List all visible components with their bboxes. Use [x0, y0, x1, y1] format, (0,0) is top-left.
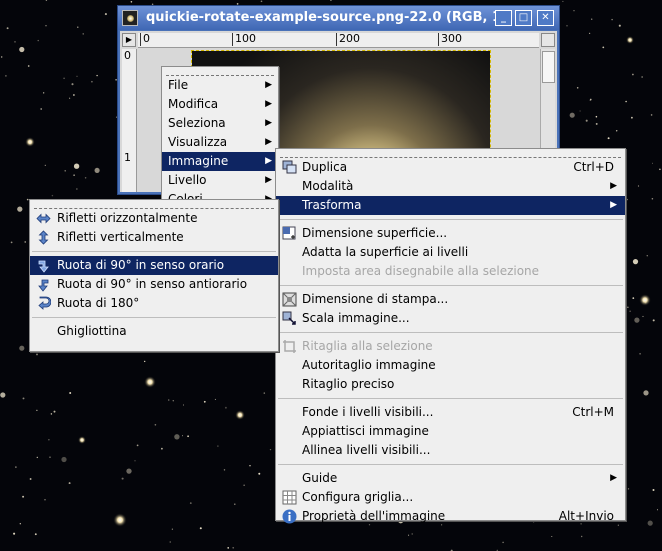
rotate-ccw-icon: [36, 277, 51, 292]
menu-item-file[interactable]: File ▶: [162, 76, 278, 95]
menu-item-rifletti-verticalmente[interactable]: Rifletti verticalmente: [30, 228, 278, 247]
menu-item-duplica[interactable]: Duplica Ctrl+D: [276, 158, 625, 177]
tearoff-line[interactable]: [34, 200, 274, 209]
scale-icon: [282, 311, 297, 326]
ruler-label: 0: [124, 49, 131, 62]
print-size-icon: [282, 292, 297, 307]
flip-horizontal-icon: [36, 211, 51, 226]
menu-item-adatta-superficie[interactable]: Adatta la superficie ai livelli: [276, 243, 625, 262]
menu-item-autoritaglio[interactable]: Autoritaglio immagine: [276, 356, 625, 375]
menu-item-ghigliottina[interactable]: Ghigliottina: [30, 322, 278, 341]
duplicate-icon: [282, 160, 297, 175]
menu-item-allinea-livelli[interactable]: Allinea livelli visibili...: [276, 441, 625, 460]
menu-item-visualizza[interactable]: Visualizza ▶: [162, 133, 278, 152]
menu-separator: [278, 398, 623, 399]
menu-item-seleziona[interactable]: Seleziona ▶: [162, 114, 278, 133]
ruler-label: 1: [124, 151, 131, 164]
image-context-menu: File ▶ Modifica ▶ Seleziona ▶ Visualizza ▶ I…: [161, 66, 279, 201]
rotate-180-icon: [36, 296, 52, 311]
menu-arrow-icon[interactable]: ▶: [122, 33, 136, 47]
close-button[interactable]: ✕: [537, 10, 554, 26]
rotate-cw-icon: [36, 258, 51, 273]
menu-item-ruota-180[interactable]: Ruota di 180°: [30, 294, 278, 313]
window-titlebar[interactable]: quickie-rotate-example-source.png-22.0 (…: [118, 6, 559, 30]
submenu-arrow-icon: ▶: [265, 137, 272, 147]
menu-item-dimensione-superficie[interactable]: Dimensione superficie...: [276, 224, 625, 243]
ruler-label: 100: [232, 32, 256, 46]
vertical-ruler[interactable]: 0 1: [122, 49, 137, 192]
canvas-size-icon: [282, 226, 297, 241]
menu-separator: [278, 464, 623, 465]
menu-item-appiattisci[interactable]: Appiattisci immagine: [276, 422, 625, 441]
submenu-arrow-icon: ▶: [265, 175, 272, 185]
menu-item-scala-immagine[interactable]: Scala immagine...: [276, 309, 625, 328]
submenu-arrow-icon: ▶: [265, 80, 272, 90]
submenu-arrow-icon: ▶: [610, 181, 617, 191]
menu-item-ritaglia-selezione: Ritaglia alla selezione: [276, 337, 625, 356]
menu-separator: [278, 285, 623, 286]
ruler-label: 0: [140, 32, 150, 46]
menu-separator: [32, 317, 276, 318]
submenu-arrow-icon: ▶: [610, 200, 617, 210]
menu-item-rifletti-orizzontalmente[interactable]: Rifletti orizzontalmente: [30, 209, 278, 228]
menu-item-dimensione-stampa[interactable]: Dimensione di stampa...: [276, 290, 625, 309]
flip-vertical-icon: [36, 230, 51, 245]
trasforma-submenu: Rifletti orizzontalmente Rifletti vertic…: [29, 199, 279, 352]
menu-item-ruota-90-orario[interactable]: Ruota di 90° in senso orario: [30, 256, 278, 275]
menu-separator: [278, 332, 623, 333]
ruler-label: 300: [438, 32, 462, 46]
submenu-arrow-icon: ▶: [610, 473, 617, 483]
menu-item-trasforma[interactable]: Trasforma ▶: [276, 196, 625, 215]
menu-separator: [32, 251, 276, 252]
menu-item-modifica[interactable]: Modifica ▶: [162, 95, 278, 114]
menu-item-configura-griglia[interactable]: Configura griglia...: [276, 488, 625, 507]
menu-item-guide[interactable]: Guide ▶: [276, 469, 625, 488]
tearoff-line[interactable]: [280, 149, 621, 158]
grid-icon: [282, 490, 297, 505]
zoom-icon[interactable]: [541, 33, 555, 47]
menu-item-modalita[interactable]: Modalità ▶: [276, 177, 625, 196]
menu-separator: [278, 219, 623, 220]
menu-item-proprieta-immagine[interactable]: Proprietà dell'immagine Alt+Invio: [276, 507, 625, 526]
minimize-button[interactable]: _: [495, 10, 512, 26]
horizontal-ruler[interactable]: 0 100 200 300: [138, 32, 539, 48]
window-thumbnail-icon: [122, 10, 138, 26]
tearoff-line[interactable]: [166, 67, 274, 76]
menu-item-livello[interactable]: Livello ▶: [162, 171, 278, 190]
submenu-arrow-icon: ▶: [265, 118, 272, 128]
submenu-arrow-icon: ▶: [265, 156, 272, 166]
immagine-submenu: Duplica Ctrl+D Modalità ▶ Trasforma ▶ Dime…: [275, 148, 626, 524]
maximize-button[interactable]: □: [515, 10, 532, 26]
info-icon: [282, 509, 297, 524]
menu-item-immagine[interactable]: Immagine ▶: [162, 152, 278, 171]
ruler-label: 200: [336, 32, 360, 46]
submenu-arrow-icon: ▶: [265, 99, 272, 109]
window-title: quickie-rotate-example-source.png-22.0 (…: [146, 10, 511, 25]
menu-item-imposta-area: Imposta area disegnabile alla selezione: [302, 264, 540, 278]
menu-item-ritaglio-preciso[interactable]: Ritaglio preciso: [276, 375, 625, 394]
crop-icon: [282, 339, 297, 354]
menu-item-ruota-90-antiorario[interactable]: Ruota di 90° in senso antiorario: [30, 275, 278, 294]
menu-item-fonde-livelli[interactable]: Fonde i livelli visibili... Ctrl+M: [276, 403, 625, 422]
